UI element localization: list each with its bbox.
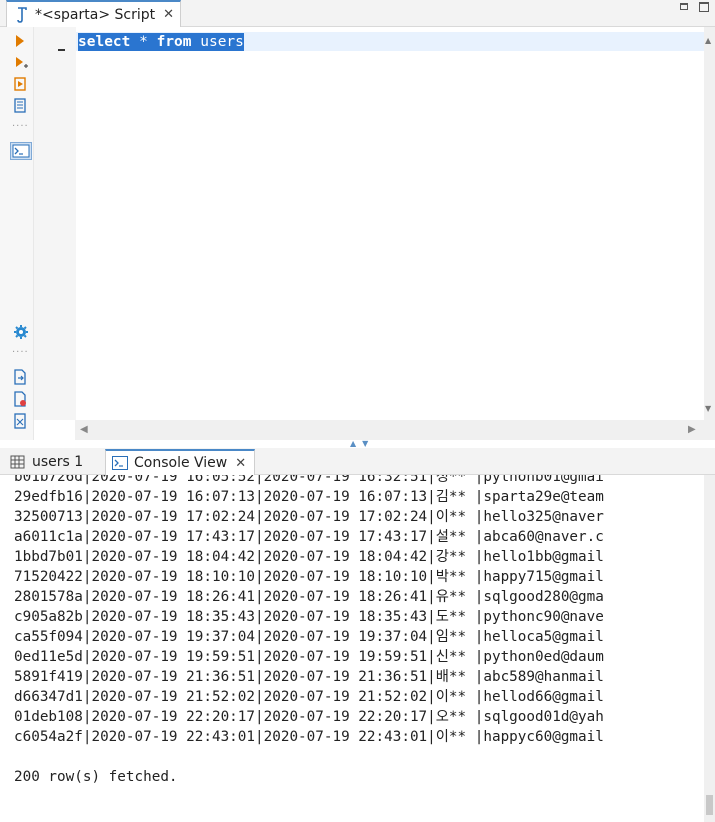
rows-fetched-status: 200 row(s) fetched. [14, 769, 178, 785]
console-row: c6054a2f|2020-07-19 22:43:01|2020-07-19 … [14, 729, 604, 745]
close-icon[interactable]: ✕ [235, 456, 246, 471]
console-toggle-icon[interactable] [10, 142, 32, 160]
toolbar-separator: ···· [12, 121, 29, 132]
editor-horizontal-scrollbar[interactable]: ◀ ▶ [75, 420, 704, 440]
scroll-up-arrow-icon[interactable]: ▲ [705, 37, 711, 45]
editor-tab-bar: *<sparta> Script ✕ [0, 0, 715, 27]
tab-console-label: Console View [134, 455, 228, 471]
console-icon [112, 456, 128, 470]
window-controls [679, 2, 709, 12]
line-number-gutter [34, 27, 76, 420]
splitter-arrows-icon[interactable]: ▲▼ [350, 440, 374, 448]
console-row: 71520422|2020-07-19 18:10:10|2020-07-19 … [14, 569, 604, 585]
sql-keyword-from: from [156, 34, 192, 50]
minimize-icon[interactable] [679, 2, 689, 12]
settings-icon[interactable] [12, 324, 30, 340]
execute-script-icon[interactable] [12, 76, 30, 92]
scroll-left-arrow-icon[interactable]: ◀ [80, 425, 88, 435]
scrollbar-thumb[interactable] [706, 795, 713, 815]
export-icon[interactable] [12, 413, 30, 429]
tab-users-label: users 1 [32, 454, 84, 470]
grid-icon [10, 455, 26, 469]
script-icon [15, 6, 29, 23]
toolbar-separator: ···· [12, 347, 29, 358]
close-icon[interactable]: ✕ [163, 7, 174, 22]
sql-keyword-select: select [78, 34, 131, 50]
sql-star: * [130, 34, 157, 50]
sql-editor-window: *<sparta> Script ✕ ···· ···· select * fr… [0, 0, 715, 822]
console-row: c905a82b|2020-07-19 18:35:43|2020-07-19 … [14, 609, 604, 625]
console-row: 32500713|2020-07-19 17:02:24|2020-07-19 … [14, 509, 604, 525]
results-tab-bar: users 1 Console View ✕ [0, 448, 715, 475]
tab-console-view[interactable]: Console View ✕ [105, 449, 256, 475]
load-script-icon[interactable] [12, 369, 30, 385]
console-row: a6011c1a|2020-07-19 17:43:17|2020-07-19 … [14, 529, 604, 545]
sql-statement[interactable]: select * from users [78, 33, 244, 51]
console-row: ca55f094|2020-07-19 19:37:04|2020-07-19 … [14, 629, 604, 645]
sql-editor[interactable]: select * from users [34, 27, 704, 420]
sql-table-name: users [191, 34, 244, 50]
scroll-down-arrow-icon[interactable]: ▼ [705, 405, 711, 413]
console-row: b01b726d|2020-07-19 16:05:52|2020-07-19 … [14, 475, 604, 485]
editor-left-toolbar: ···· ···· [0, 27, 34, 440]
console-row: d66347d1|2020-07-19 21:52:02|2020-07-19 … [14, 689, 604, 705]
console-text: b01b726d|2020-07-19 16:05:52|2020-07-19 … [14, 475, 604, 787]
console-vertical-scrollbar[interactable] [704, 475, 715, 822]
editor-vertical-scrollbar[interactable]: ▲ ▼ [704, 27, 715, 440]
tab-users-results[interactable]: users 1 [10, 449, 83, 475]
script-tab[interactable]: *<sparta> Script ✕ [6, 0, 182, 27]
scroll-right-arrow-icon[interactable]: ▶ [688, 425, 696, 435]
execute-statement-icon[interactable] [12, 33, 30, 49]
panel-splitter[interactable]: ▲▼ [0, 440, 715, 448]
console-output[interactable]: b01b726d|2020-07-19 16:05:52|2020-07-19 … [0, 475, 704, 822]
explain-plan-icon[interactable] [12, 98, 30, 114]
save-script-icon[interactable] [12, 391, 30, 407]
script-tab-title: *<sparta> Script [35, 6, 156, 23]
console-row: 2801578a|2020-07-19 18:26:41|2020-07-19 … [14, 589, 604, 605]
console-row: 0ed11e5d|2020-07-19 19:59:51|2020-07-19 … [14, 649, 604, 665]
maximize-icon[interactable] [699, 2, 709, 12]
console-row: 5891f419|2020-07-19 21:36:51|2020-07-19 … [14, 669, 604, 685]
execute-in-new-tab-icon[interactable] [12, 55, 30, 71]
console-row: 1bbd7b01|2020-07-19 18:04:42|2020-07-19 … [14, 549, 604, 565]
console-row: 29edfb16|2020-07-19 16:07:13|2020-07-19 … [14, 489, 604, 505]
console-row: 01deb108|2020-07-19 22:20:17|2020-07-19 … [14, 709, 604, 725]
line-marker [58, 32, 65, 51]
